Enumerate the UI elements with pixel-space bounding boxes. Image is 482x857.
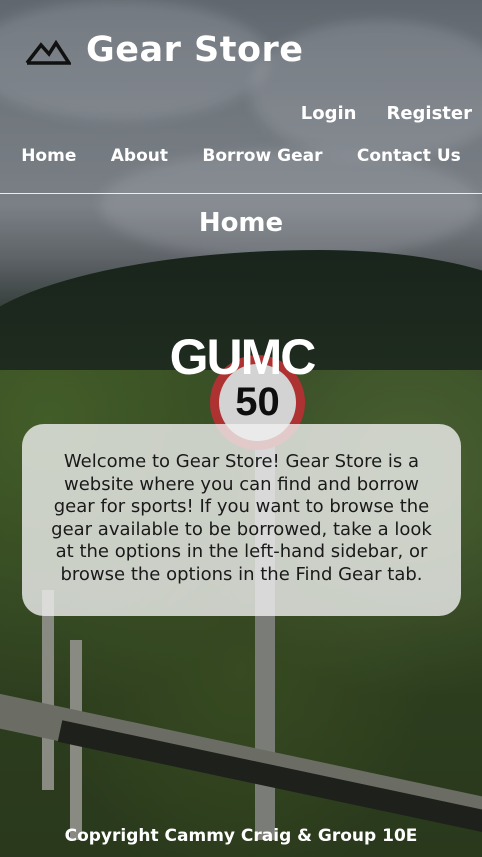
register-link[interactable]: Register — [386, 103, 472, 124]
auth-links: Login Register — [301, 103, 472, 124]
copyright-text: Copyright Cammy Craig & Group 10E — [64, 826, 418, 846]
header-divider — [0, 193, 482, 194]
site-header: Gear Store Login Register Home About Bor… — [0, 0, 482, 194]
main-nav: Home About Borrow Gear Contact Us — [0, 146, 482, 166]
login-link[interactable]: Login — [301, 103, 357, 124]
welcome-text: Welcome to Gear Store! Gear Store is a w… — [51, 451, 432, 585]
site-footer: Copyright Cammy Craig & Group 10E — [0, 826, 482, 846]
mountain-icon — [25, 39, 71, 65]
nav-about[interactable]: About — [111, 146, 168, 166]
nav-home[interactable]: Home — [21, 146, 76, 166]
site-title: Gear Store — [86, 30, 304, 70]
site-logo[interactable]: Gear Store — [25, 30, 304, 70]
gumc-logo: GUMC — [170, 330, 318, 378]
nav-contact-us[interactable]: Contact Us — [357, 146, 461, 166]
gumc-logo-text: GUMC — [170, 330, 316, 378]
welcome-card: Welcome to Gear Store! Gear Store is a w… — [22, 424, 461, 616]
nav-borrow-gear[interactable]: Borrow Gear — [202, 146, 322, 166]
page-title: Home — [198, 208, 284, 238]
